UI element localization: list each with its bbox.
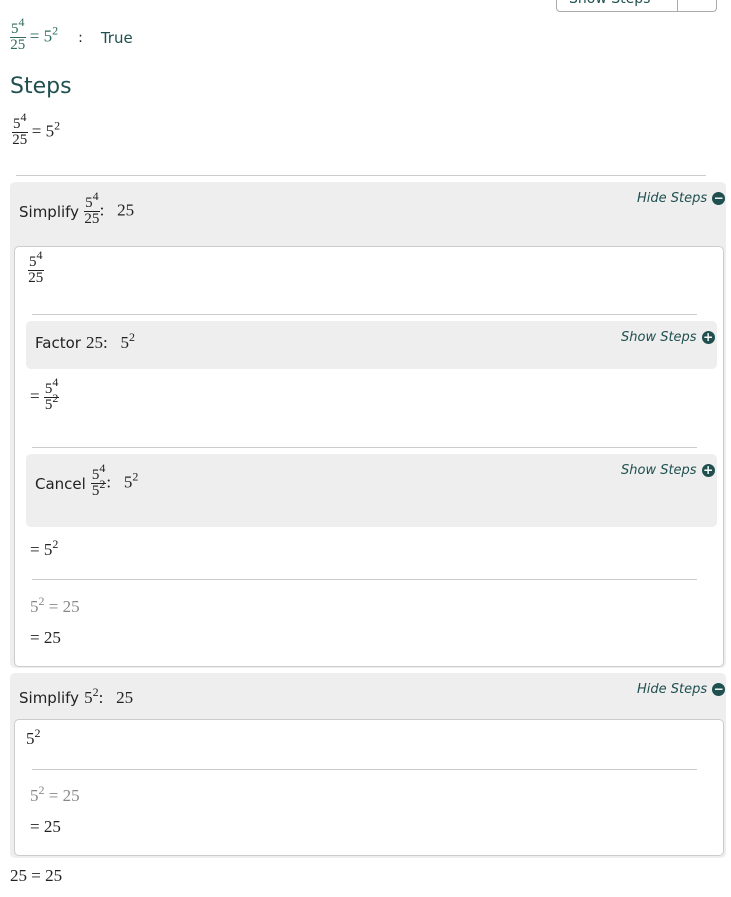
math-part: Factor 25: 52 (35, 330, 135, 353)
simplify2-toggle: Hide Steps (637, 682, 708, 697)
math-part: Simplify 52: 25 (19, 685, 134, 708)
result-sep: : (78, 29, 83, 46)
simplify1-start-num-exp: 4 (36, 248, 43, 262)
simplify1-factor-result: 5 (120, 333, 130, 352)
math-part: 52 = 25 (30, 783, 80, 806)
show-steps-toggle[interactable]: Show Steps + (621, 330, 715, 345)
math-part: 52: 25 (84, 685, 134, 707)
simplify-1-title: Simplify 54 25: 25 (19, 189, 135, 227)
simplify1-cancel-toggle: Show Steps (621, 463, 697, 478)
result-lhs-num-exp: 4 (18, 15, 25, 29)
simplify1-start-num: 5 (29, 254, 37, 270)
simplify1-after-factor-den-exp: 2 (52, 391, 59, 405)
simplify1-note-rest: = 25 (48, 597, 80, 616)
math-part: 54 (12, 111, 28, 133)
show-steps-dropdown[interactable]: Show Steps (556, 0, 717, 12)
verdict: True (100, 28, 133, 47)
math-part: 54 25 (84, 190, 100, 227)
math-part: 54 25 (10, 16, 26, 53)
result-line: 54 25 = 52 : True (10, 15, 133, 53)
math-part: 54 (10, 16, 26, 38)
equation-den: 25 (12, 132, 28, 148)
simplify1-factor-toggle: Show Steps (621, 330, 697, 345)
simplify2-label: Simplify (19, 689, 80, 707)
show-steps-toggle[interactable]: Show Steps + (621, 463, 715, 478)
equation-num: 5 (13, 116, 21, 132)
math-part: 52 (45, 392, 59, 413)
result-rhs: 5 (43, 26, 53, 46)
simplify1-cancel-num-exp: 4 (99, 461, 106, 475)
math-part: = 54 52 (30, 376, 60, 413)
simplify1-after-factor-eq: = (30, 386, 40, 406)
simplify1-num: 5 (85, 195, 93, 211)
math-part: 54 25 = 52 (10, 15, 59, 53)
result-rhs-exp: 2 (52, 23, 59, 38)
simplify1-after-factor-num-exp: 4 (52, 375, 59, 389)
math-part (16, 175, 706, 176)
simplify1-after-cancel-exp: 2 (52, 537, 59, 551)
hide-steps-toggle[interactable]: Hide Steps − (637, 682, 726, 697)
equation: 54 25 = 52 (12, 110, 61, 148)
math-part: = 52 (30, 537, 59, 560)
plus-circle-icon: + (701, 330, 715, 344)
math-part (32, 314, 697, 315)
equation-num-exp: 4 (20, 110, 27, 124)
equation-rhs: 5 (45, 121, 55, 141)
simplify2-final: = 25 (30, 817, 61, 836)
chevron-down-icon (677, 0, 716, 11)
simplify1-start-den: 25 (28, 270, 44, 286)
simplify1-cancel-result-exp: 2 (132, 469, 139, 484)
math-part: Cancel 54 52: 52 (35, 461, 139, 499)
simplify1-note-base: 5 (30, 597, 39, 616)
math-part: 54 (28, 249, 44, 271)
simplify1-after-cancel-eq: = (30, 540, 40, 559)
simplify2-exp: 2 (92, 685, 99, 699)
math-part: 52 (26, 726, 41, 749)
math-part: 52 = 25 (30, 594, 80, 617)
dropdown-label: Show Steps (557, 0, 677, 11)
simplify1-final: = 25 (30, 628, 61, 647)
simplify2-start-base: 5 (26, 729, 35, 748)
simplify2-start-exp: 2 (34, 726, 41, 740)
math-part (32, 579, 697, 580)
math-part: 54 25 (28, 249, 44, 286)
result-lhs-num: 5 (11, 21, 19, 37)
math-part: 54 52: 52 (90, 461, 139, 499)
simplify1-toggle: Hide Steps (637, 191, 708, 206)
math-part: 54 (84, 190, 100, 212)
simplify1-result: 25 (117, 200, 135, 220)
simplify2-base: 5 (84, 688, 93, 707)
simplify-2-body (14, 719, 724, 856)
simplify1-den: 25 (84, 211, 100, 227)
simplify2-note-base: 5 (30, 786, 39, 805)
simplify1-note-exp: 2 (38, 594, 45, 608)
math-part: 54 25: 25 (84, 189, 135, 227)
simplify1-cancel-den-exp: 2 (99, 477, 106, 491)
simplify1-label: Simplify (19, 202, 80, 221)
simplify1-num-exp: 4 (92, 189, 99, 203)
math-part: 54 52 (43, 376, 60, 413)
math-part: 25: 52 (86, 330, 135, 352)
simplify1-factor-label: Factor (35, 334, 81, 352)
minus-circle-icon: − (712, 682, 726, 696)
simplify1-factor-arg: 25 (86, 333, 104, 352)
math-part (32, 769, 697, 770)
math-part: 54 25 (12, 111, 28, 148)
simplify2-note-exp: 2 (38, 783, 45, 797)
equation-rhs-exp: 2 (54, 118, 61, 133)
simplify2-result: 25 (116, 688, 134, 707)
math-part: 52 (92, 478, 106, 499)
simplify1-factor-result-exp: 2 (129, 330, 135, 344)
simplify2-note-rest: = 25 (48, 786, 80, 805)
conclusion: 25 = 25 (10, 866, 63, 885)
plus-circle-icon: + (701, 463, 715, 477)
simplify1-cancel-label: Cancel (35, 474, 86, 493)
math-part (32, 447, 697, 448)
result-lhs-den: 25 (10, 37, 26, 53)
steps-title: Steps (10, 74, 72, 99)
minus-circle-icon: − (712, 191, 726, 205)
hide-steps-toggle[interactable]: Hide Steps − (637, 191, 726, 206)
math-part: 54 52 (90, 462, 107, 499)
math-part: 54 25 (28, 249, 44, 286)
